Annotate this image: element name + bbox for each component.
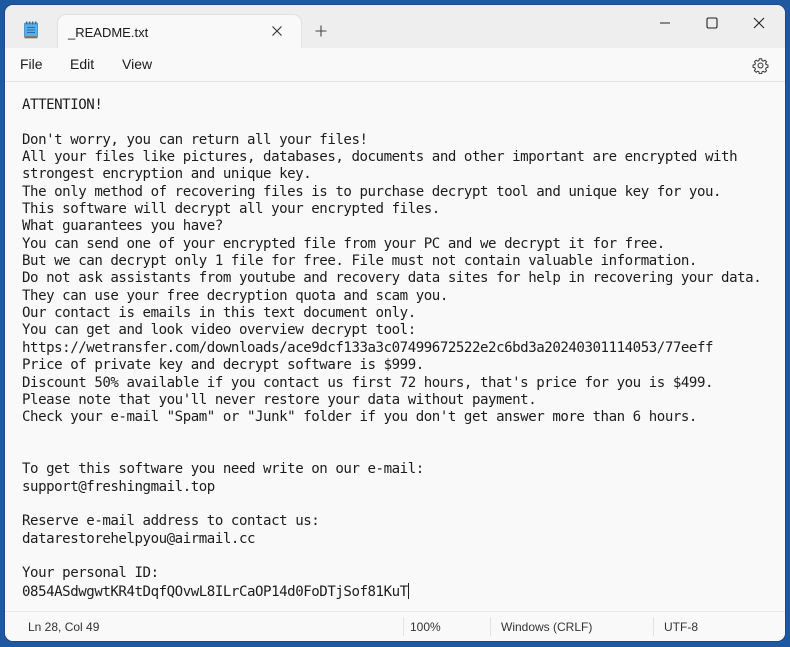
text-line: What guarantees you have? [22, 218, 223, 235]
text-line: This software will decrypt all your encr… [22, 201, 440, 218]
close-icon [753, 17, 765, 29]
text-line: Discount 50% available if you contact us… [22, 374, 714, 391]
text-line: They can use your free decryption quota … [22, 287, 448, 304]
close-window-button[interactable] [736, 7, 782, 39]
text-editor[interactable]: ATTENTION! Don't worry, you can return a… [5, 82, 785, 612]
gear-icon [752, 57, 768, 74]
menu-file[interactable]: File [20, 56, 43, 72]
text-line: You can get and look video overview decr… [22, 322, 416, 339]
status-divider [403, 617, 404, 636]
text-line: Price of private key and decrypt softwar… [22, 357, 424, 374]
status-divider [490, 617, 491, 636]
status-divider [653, 617, 654, 636]
text-line: Do not ask assistants from youtube and r… [22, 270, 762, 287]
text-line: Check your e-mail "Spam" or "Junk" folde… [22, 409, 697, 426]
zoom-level[interactable]: 100% [410, 620, 441, 634]
text-line: Don't worry, you can return all your fil… [22, 131, 368, 148]
settings-button[interactable] [749, 54, 771, 76]
close-icon [272, 26, 282, 36]
text-line: All your files like pictures, databases,… [22, 149, 738, 166]
menu-view[interactable]: View [122, 56, 152, 72]
title-bar: _README.txt [5, 5, 785, 48]
text-line: Our contact is emails in this text docum… [22, 305, 416, 322]
new-tab-button[interactable] [309, 19, 333, 43]
tab-title: _README.txt [68, 25, 149, 40]
minimize-icon [660, 22, 670, 24]
text-line: datarestorehelpyou@airmail.cc [22, 530, 256, 547]
text-line: Reserve e-mail address to contact us: [22, 513, 320, 530]
text-line: You can send one of your encrypted file … [22, 235, 665, 252]
menu-edit[interactable]: Edit [70, 56, 94, 72]
menu-bar: File Edit View [5, 48, 785, 82]
text-line: Your personal ID: [22, 565, 159, 582]
minimize-button[interactable] [642, 7, 688, 39]
text-line: strongest encryption and unique key. [22, 166, 312, 183]
maximize-button[interactable] [689, 7, 735, 39]
notepad-app-icon [24, 21, 38, 39]
text-line: To get this software you need write on o… [22, 461, 424, 478]
plus-icon [315, 25, 327, 37]
maximize-icon [706, 17, 718, 29]
notepad-window: _README.txt File Edit View ATTENTION! Do… [5, 5, 785, 641]
encoding[interactable]: UTF-8 [664, 620, 698, 634]
document-text[interactable]: ATTENTION! Don't worry, you can return a… [22, 97, 762, 601]
text-line: ATTENTION! [22, 97, 103, 113]
text-line: Please note that you'll never restore yo… [22, 391, 537, 408]
text-line: https://wetransfer.com/downloads/ace9dcf… [22, 339, 714, 356]
text-caret [407, 582, 409, 599]
line-ending[interactable]: Windows (CRLF) [501, 620, 592, 634]
status-bar: Ln 28, Col 49 100% Windows (CRLF) UTF-8 [5, 611, 785, 641]
tab-close-button[interactable] [265, 19, 289, 43]
text-line: But we can decrypt only 1 file for free.… [22, 253, 697, 270]
text-line: 0854ASdwgwtKR4tDqfQOvwL8ILrCaOP14d0FoDTj… [22, 583, 408, 600]
text-line: The only method of recovering files is t… [22, 183, 722, 200]
text-line: support@freshingmail.top [22, 478, 215, 495]
cursor-position: Ln 28, Col 49 [28, 620, 100, 634]
tab-readme[interactable]: _README.txt [58, 15, 301, 48]
